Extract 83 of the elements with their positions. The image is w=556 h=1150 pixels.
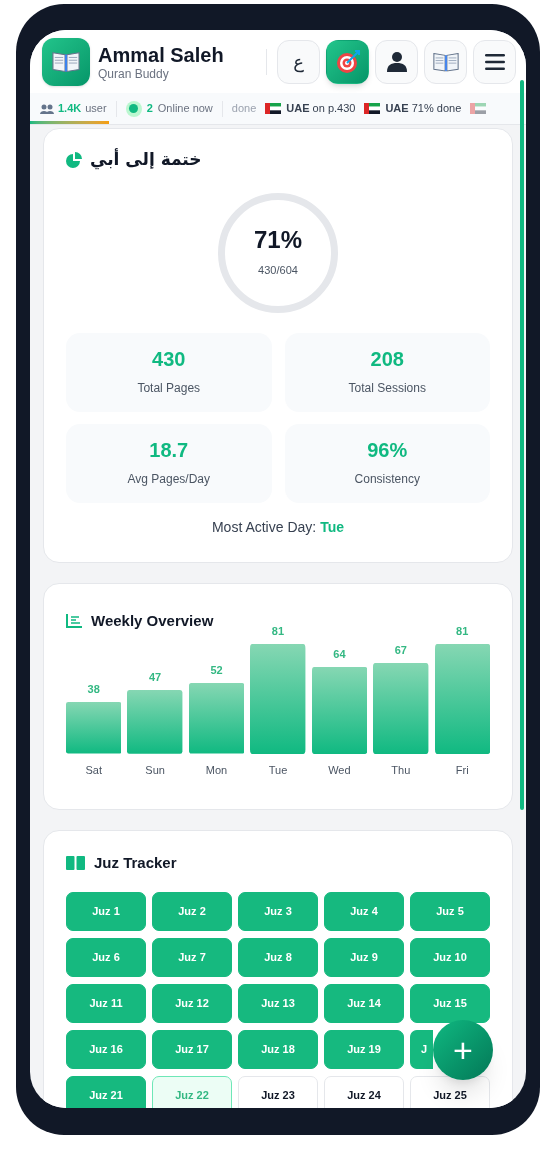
juz-tile[interactable]: Juz 14 <box>324 984 404 1023</box>
bar-value: 47 <box>149 671 162 685</box>
juz-tile[interactable]: Juz 18 <box>238 1030 318 1069</box>
juz-tile[interactable]: Juz 19 <box>324 1030 404 1069</box>
juz-tile[interactable]: Juz 3 <box>238 892 318 931</box>
juz-tile[interactable]: Juz 6 <box>66 938 146 977</box>
khatma-title: ختمة إلى أبي <box>90 147 202 172</box>
flag-icon <box>364 103 381 114</box>
pie-chart-icon <box>66 151 82 168</box>
juz-tile[interactable]: Juz 7 <box>152 938 232 977</box>
users-icon <box>40 103 54 114</box>
juz-tile[interactable]: J <box>410 1030 433 1069</box>
stat-value: 18.7 <box>149 438 189 462</box>
juz-title: Juz Tracker <box>94 852 177 873</box>
flag-icon <box>470 103 487 114</box>
users-count: 1.4K <box>58 101 82 117</box>
juz-tile[interactable]: Juz 10 <box>410 938 490 977</box>
juz-tile[interactable]: Juz 21 <box>66 1076 146 1108</box>
menu-icon <box>484 53 505 70</box>
progress-pages: 430/604 <box>258 263 298 279</box>
stat-label: Avg Pages/Day <box>127 471 210 488</box>
bar-chart-icon <box>66 613 82 628</box>
bar <box>188 683 245 754</box>
juz-tile[interactable]: Juz 4 <box>324 892 404 931</box>
bar-value: 38 <box>87 683 100 697</box>
open-book-icon <box>66 855 85 870</box>
bar-label: Mon <box>205 763 228 778</box>
juz-tile[interactable]: Juz 1 <box>66 892 146 931</box>
language-button[interactable]: ع <box>277 39 320 84</box>
bar-label: Thu <box>391 763 411 778</box>
juz-tile[interactable]: Juz 2 <box>152 892 232 931</box>
bar-value: 81 <box>456 625 469 638</box>
stat-label: Total Sessions <box>348 380 426 397</box>
bar-value: 67 <box>394 644 407 657</box>
flag-icon <box>265 103 282 114</box>
juz-tile[interactable]: Juz 25 <box>410 1076 490 1108</box>
ticker-text: UAE on p.430 <box>286 101 356 117</box>
ticker-text: done <box>231 101 257 117</box>
bar-value: 64 <box>333 648 346 662</box>
bar-label: Fri <box>455 763 469 778</box>
juz-tile[interactable]: Juz 15 <box>410 984 490 1023</box>
bar <box>127 690 183 754</box>
stat-value: 96% <box>367 438 408 462</box>
app-subtitle: Quran Buddy <box>98 66 170 81</box>
juz-tile[interactable]: Juz 22 <box>152 1076 232 1108</box>
stat-value: 208 <box>370 347 404 371</box>
bar-label: Tue <box>268 763 288 778</box>
user-icon <box>385 50 408 73</box>
online-label: Online now <box>157 101 213 117</box>
juz-tile[interactable]: Juz 8 <box>238 938 318 977</box>
juz-tile[interactable]: Juz 11 <box>66 984 146 1023</box>
bar <box>66 702 122 754</box>
bar-value: 52 <box>210 664 223 678</box>
juz-tile[interactable]: Juz 17 <box>152 1030 232 1069</box>
book-icon <box>432 51 459 72</box>
book-icon <box>52 50 80 73</box>
juz-tile[interactable]: Juz 23 <box>238 1076 318 1108</box>
progress-percent: 71% <box>253 226 302 255</box>
app-name: Ammal Saleh <box>98 42 224 67</box>
online-count: 2 <box>146 101 153 117</box>
bar-label: Sun <box>145 763 165 778</box>
most-active-value: Tue <box>320 517 345 537</box>
menu-button[interactable] <box>473 39 516 84</box>
target-button[interactable] <box>326 39 369 84</box>
stat-label: Total Pages <box>137 380 201 397</box>
bar-label: Wed <box>328 763 351 778</box>
users-label: user <box>85 101 107 117</box>
juz-tile[interactable]: Juz 13 <box>238 984 318 1023</box>
weekly-title: Weekly Overview <box>91 610 214 631</box>
juz-tile[interactable]: Juz 5 <box>410 892 490 931</box>
target-icon <box>334 48 361 75</box>
most-active-label: Most Active Day: <box>211 517 317 537</box>
bar-label: Sat <box>85 763 102 778</box>
bar-value: 81 <box>271 625 285 638</box>
juz-tile[interactable]: Juz 9 <box>324 938 404 977</box>
ticker-text: UAE 71% done <box>385 101 462 117</box>
juz-tile[interactable]: Juz 12 <box>152 984 232 1023</box>
stat-label: Consistency <box>354 471 420 488</box>
juz-tile[interactable]: Juz 24 <box>324 1076 404 1108</box>
juz-tile[interactable]: Juz 16 <box>66 1030 146 1069</box>
book-button[interactable] <box>424 39 467 84</box>
user-button[interactable] <box>375 39 418 84</box>
stat-value: 430 <box>152 347 186 371</box>
